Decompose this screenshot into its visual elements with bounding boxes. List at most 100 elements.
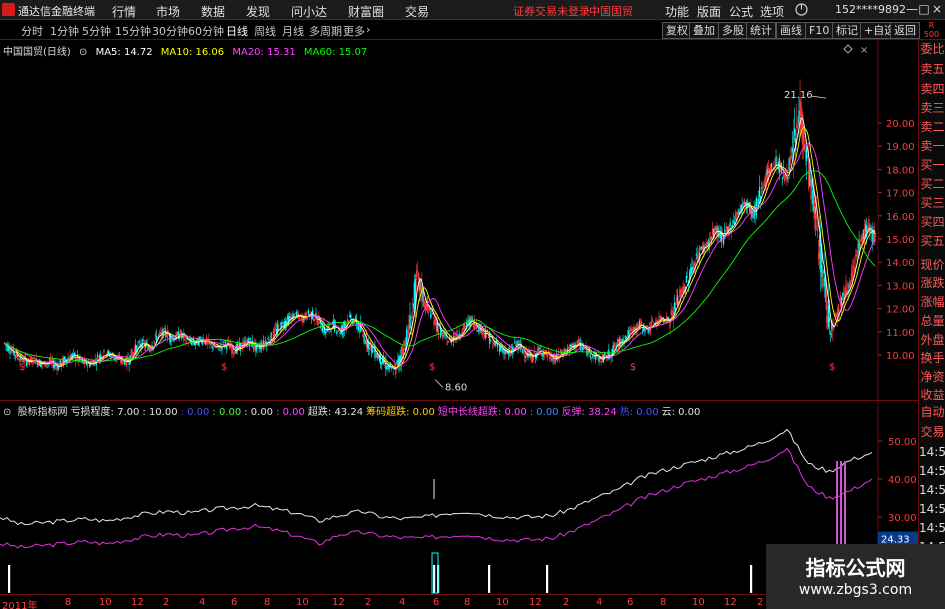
period-monthly[interactable]: 月线 [282, 23, 304, 39]
candle-body [341, 325, 343, 336]
chevron-right-icon[interactable]: › [366, 23, 370, 36]
candle-body [399, 356, 401, 361]
period-15min[interactable]: 15分钟 [115, 23, 151, 39]
candle-body [293, 313, 295, 315]
candle-body [642, 329, 644, 331]
candle-body [820, 243, 822, 273]
period-more[interactable]: 更多 [343, 23, 365, 39]
candle-body [749, 202, 751, 213]
candle-body [771, 163, 773, 168]
side-tab-5[interactable]: 卖一 [919, 137, 945, 156]
side-tab-7[interactable]: 买二 [919, 175, 945, 194]
side-tab-22[interactable]: 14:56 [919, 462, 945, 481]
side-tab-21[interactable]: 14:56 [919, 443, 945, 462]
period-30min[interactable]: 30分钟 [152, 23, 188, 39]
side-tab-12[interactable]: 涨跌 [919, 274, 945, 293]
side-tab-2[interactable]: 卖四 [919, 80, 945, 99]
candle-body [98, 355, 101, 359]
candle-body [695, 254, 697, 256]
mark-button[interactable]: 标记 [832, 22, 862, 39]
candle-body [409, 314, 411, 328]
tool-layout[interactable]: 版面 [697, 3, 721, 20]
side-tab-19[interactable]: 自动 [919, 403, 945, 422]
candle-body [619, 338, 621, 347]
candle-body [354, 317, 356, 319]
tool-formula[interactable]: 公式 [729, 3, 753, 20]
candle-body [541, 354, 543, 357]
side-tab-8[interactable]: 买三 [919, 194, 945, 213]
period-daily[interactable]: 日线 [226, 23, 248, 39]
candle-body [471, 317, 473, 320]
candle-body [727, 226, 729, 232]
candle-body [673, 303, 676, 310]
side-tab-11[interactable]: 现价 [919, 256, 945, 275]
candle-body [173, 339, 175, 342]
menu-item-xiaoda[interactable]: 问小达 [291, 3, 327, 20]
candle-body [715, 226, 717, 231]
side-tab-9[interactable]: 买四 [919, 213, 945, 232]
multi-stock-button[interactable]: 多股 [718, 22, 748, 39]
period-multi[interactable]: 多周期 [309, 23, 342, 39]
side-tab-24[interactable]: 14:56 [919, 500, 945, 519]
menu-item-market[interactable]: 市场 [156, 3, 180, 20]
candle-body [321, 325, 324, 332]
candle-body [422, 290, 424, 302]
menu-item-wealth[interactable]: 财富圈 [348, 3, 384, 20]
side-tab-0[interactable]: 委比 [919, 40, 945, 59]
candle-body [521, 349, 524, 354]
kline-chart[interactable]: 20.00 19.00 18.00 17.00 16.00 15.00 14.00 13.00… [0, 40, 918, 400]
side-tab-4[interactable]: 卖二 [919, 118, 945, 137]
back-button[interactable]: 返回 [890, 22, 920, 39]
menu-item-data[interactable]: 数据 [201, 3, 225, 20]
indicator-value-11: 热: 0.00 [619, 407, 659, 418]
date-tick-label: 12 [529, 597, 542, 608]
side-tab-3[interactable]: 卖三 [919, 99, 945, 118]
adjust-button[interactable]: 复权 [662, 22, 692, 39]
overlay-button[interactable]: 叠加 [689, 22, 719, 39]
candle-body [436, 322, 438, 332]
close-button[interactable]: × [930, 2, 944, 17]
menu-item-discover[interactable]: 发现 [246, 3, 270, 20]
draw-line-button[interactable]: 画线 [776, 22, 806, 39]
side-tab-6[interactable]: 买一 [919, 156, 945, 175]
period-1min[interactable]: 1分钟 [50, 23, 79, 39]
candle-body [96, 354, 99, 357]
side-tab-20[interactable]: 交易 [919, 423, 945, 442]
side-tab-25[interactable]: 14:56 [919, 519, 945, 538]
candle-body [258, 346, 260, 350]
side-tab-17[interactable]: 净资 [919, 368, 945, 387]
f10-button[interactable]: F10 [805, 22, 834, 39]
login-warning[interactable]: 证券交易未登录 [513, 3, 590, 19]
maximize-button[interactable]: □ [917, 2, 931, 17]
side-tab-10[interactable]: 买五 [919, 232, 945, 251]
date-tick-label: 6 [433, 597, 440, 608]
settings-icon[interactable]: ⊙ [79, 47, 87, 58]
indicator-settings-icon[interactable]: ⊙ [3, 407, 15, 418]
tool-options[interactable]: 选项 [760, 3, 784, 20]
price-tick-label: 18.00 [886, 165, 915, 176]
tool-function[interactable]: 功能 [665, 3, 689, 20]
stats-button[interactable]: 统计 [746, 22, 776, 39]
menu-item-trade[interactable]: 交易 [405, 3, 429, 20]
date-tick-label: 2011年 [2, 601, 38, 609]
menu-item-quotes[interactable]: 行情 [112, 3, 136, 20]
side-tab-15[interactable]: 外盘 [919, 331, 945, 350]
period-60min[interactable]: 60分钟 [188, 23, 224, 39]
user-id[interactable]: 152****9892 [835, 3, 906, 16]
kline-panel[interactable]: 20.00 19.00 18.00 17.00 16.00 15.00 14.00 13.00… [0, 40, 918, 400]
period-intraday[interactable]: 分时 [21, 23, 43, 39]
period-5min[interactable]: 5分钟 [82, 23, 111, 39]
diamond-icon [843, 44, 853, 54]
candle-body [496, 344, 499, 347]
side-tab-16[interactable]: 换手 [919, 349, 945, 368]
side-tab-13[interactable]: 涨幅 [919, 293, 945, 312]
side-tab-14[interactable]: 总量 [919, 312, 945, 331]
date-tick-label: 10 [99, 597, 112, 608]
candle-body [724, 230, 726, 232]
side-tab-23[interactable]: 14:56 [919, 481, 945, 500]
period-weekly[interactable]: 周线 [254, 23, 276, 39]
indicator-value-7: 筹码超跌: 0.00 [366, 407, 435, 418]
user-center-icon[interactable] [794, 2, 809, 17]
candle-body [380, 362, 383, 365]
side-tab-1[interactable]: 卖五 [919, 60, 945, 79]
